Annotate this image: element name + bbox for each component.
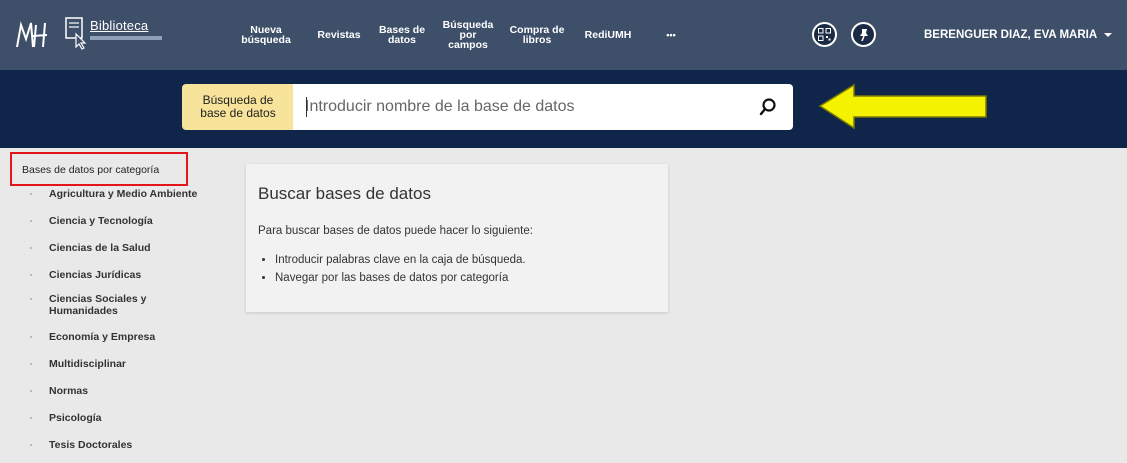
yellow-arrow-annotation: [818, 83, 987, 130]
user-name: BERENGUER DIAZ, EVA MARIA: [924, 29, 1098, 41]
caret-down-icon: [1104, 33, 1113, 37]
category-ciencia-tecnologia[interactable]: Ciencia y Tecnología: [30, 215, 153, 227]
nav-bases-de-datos[interactable]: Bases de datos: [377, 0, 427, 70]
category-ciencias-sociales[interactable]: Ciencias Sociales y Humanidades: [30, 293, 146, 317]
category-label: Agricultura y Medio Ambiente: [49, 188, 198, 200]
panel-bullet: Navegar por las bases de datos por categ…: [275, 272, 526, 285]
nav-busqueda-por-campos[interactable]: Búsqueda por campos: [440, 0, 496, 70]
panel-title: Buscar bases de datos: [258, 184, 431, 203]
text-cursor: [306, 97, 307, 117]
search-scope-label: Búsqueda de base de datos: [182, 84, 294, 130]
database-search-input[interactable]: [305, 98, 735, 116]
category-label: Normas: [49, 385, 89, 397]
category-label: Economía y Empresa: [49, 331, 156, 343]
biblioteca-logo-text: Biblioteca: [90, 18, 149, 33]
panel-intro: Para buscar bases de datos puede hacer l…: [258, 225, 533, 237]
bullet-dot: [30, 390, 32, 392]
top-navigation: Biblioteca Nueva búsqueda Revistas Bases…: [0, 0, 1127, 70]
category-label: Ciencias de la Salud: [49, 242, 151, 254]
biblioteca-logo[interactable]: Biblioteca: [64, 14, 174, 54]
bullet-dot: [30, 193, 32, 195]
bullet-dot: [30, 298, 32, 300]
category-ciencias-salud[interactable]: Ciencias de la Salud: [30, 242, 151, 254]
category-economia-empresa[interactable]: Economía y Empresa: [30, 331, 155, 343]
user-menu[interactable]: BERENGUER DIAZ, EVA MARIA: [924, 0, 1113, 70]
pin-button[interactable]: [851, 22, 876, 47]
nav-nueva-busqueda[interactable]: Nueva búsqueda: [241, 0, 291, 70]
bullet-dot: [30, 417, 32, 419]
category-agricultura[interactable]: Agricultura y Medio Ambiente: [30, 188, 197, 200]
category-multidisciplinar[interactable]: Multidisciplinar: [30, 358, 126, 370]
qr-code-icon: [818, 28, 831, 41]
nav-more-button[interactable]: •••: [656, 0, 686, 70]
category-ciencias-juridicas[interactable]: Ciencias Jurídicas: [30, 269, 141, 281]
sidebar-title: Bases de datos por categoría: [10, 152, 188, 186]
bullet-dot: [30, 336, 32, 338]
pin-icon: [859, 28, 868, 41]
bullet-dot: [30, 220, 32, 222]
magnifier-icon: [759, 98, 776, 116]
bullet-dot: [30, 363, 32, 365]
nav-rediumh[interactable]: RediUMH: [580, 0, 636, 70]
category-normas[interactable]: Normas: [30, 385, 88, 397]
category-label: Ciencia y Tecnología: [49, 215, 153, 227]
category-label: Multidisciplinar: [49, 358, 127, 370]
panel-bullet: Introducir palabras clave en la caja de …: [275, 254, 526, 267]
bullet-dot: [30, 274, 32, 276]
panel-bullet-list: Introducir palabras clave en la caja de …: [275, 254, 526, 290]
library-book-icon: [65, 17, 87, 50]
category-label: Psicología: [49, 412, 102, 424]
qr-code-button[interactable]: [812, 22, 837, 47]
nav-revistas[interactable]: Revistas: [311, 0, 367, 70]
search-box[interactable]: [293, 84, 793, 130]
category-psicologia[interactable]: Psicología: [30, 412, 102, 424]
category-tesis-doctorales[interactable]: Tesis Doctorales: [30, 439, 132, 451]
nav-compra-de-libros[interactable]: Compra de libros: [505, 0, 569, 70]
bullet-dot: [30, 247, 32, 249]
category-label: Ciencias Sociales y Humanidades: [49, 293, 147, 317]
bullet-dot: [30, 444, 32, 446]
category-label: Ciencias Jurídicas: [49, 269, 142, 281]
search-button[interactable]: [753, 92, 783, 122]
biblioteca-logo-subline: [90, 36, 162, 40]
umh-logo[interactable]: [14, 17, 50, 53]
search-help-panel: Buscar bases de datos Para buscar bases …: [246, 164, 668, 312]
category-label: Tesis Doctorales: [49, 439, 133, 451]
